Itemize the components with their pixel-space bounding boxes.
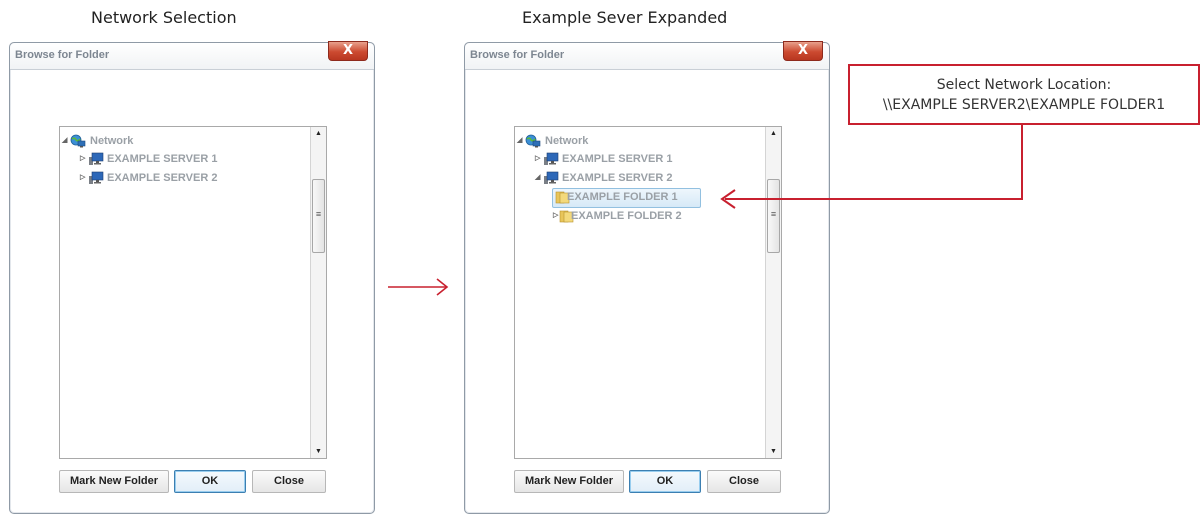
transition-arrow-icon <box>388 278 449 296</box>
annotation-arrows <box>388 125 1023 296</box>
pointer-arrow-icon <box>720 125 1023 209</box>
